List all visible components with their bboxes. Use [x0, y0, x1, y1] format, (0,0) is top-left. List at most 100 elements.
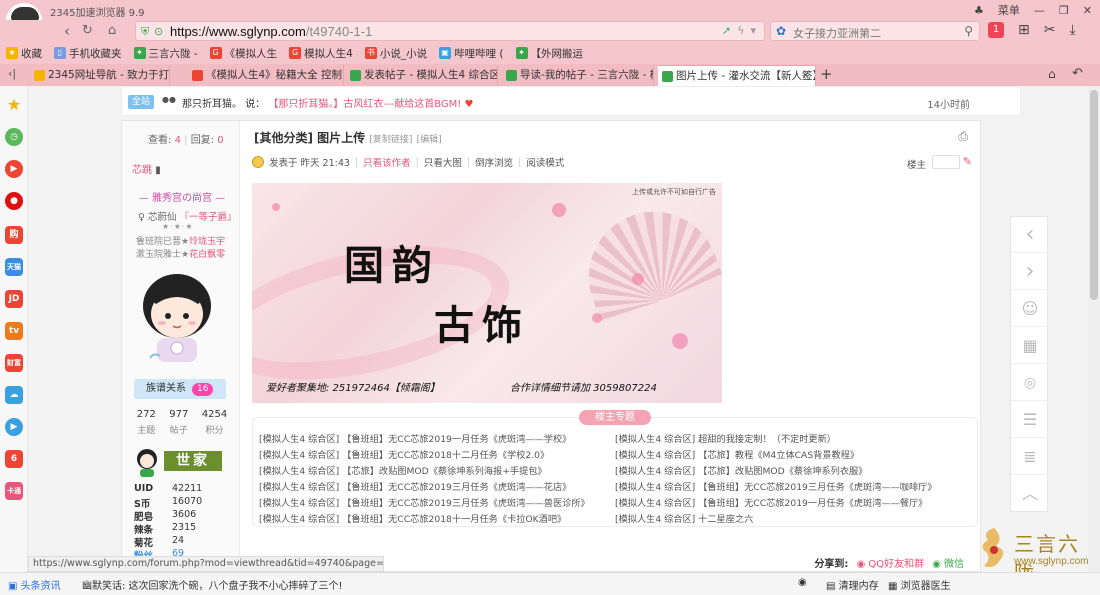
clean-memory-button[interactable]: ▤ 清理内存 [826, 577, 879, 592]
bookmark-item[interactable]: 书小说_小说 [364, 46, 427, 61]
back-to-top-icon[interactable]: ︿ [1011, 476, 1049, 512]
joke-text[interactable]: 幽默笑话: 这次回家洗个碗，八个盘子我不小心摔碎了三个! [82, 577, 343, 592]
menu-button[interactable]: 菜单 [998, 2, 1020, 18]
theme-icon[interactable]: ♣ [974, 4, 984, 17]
bookmark-item[interactable]: ✦ 【外网搬运 [515, 46, 583, 61]
shop-icon[interactable]: 购 [5, 226, 23, 244]
tab-close-icon[interactable]: ✕ [801, 66, 810, 86]
play-icon[interactable]: ▶ [5, 160, 23, 178]
notice-text[interactable]: 那只折耳猫。 说： 【那只折耳猫。】古风红衣---献给这首BGM! ♥ [182, 95, 473, 110]
download-icon[interactable]: ⤓ [1069, 22, 1075, 38]
share-wechat-button[interactable]: ◉ 微信 [932, 555, 964, 570]
topic-link[interactable]: [模拟人生4 综合区] 十二星座之六 [615, 512, 937, 528]
dropdown-icon[interactable]: ▾ [750, 24, 756, 37]
big-image-link[interactable]: 只看大图 [424, 155, 462, 169]
post-banner-image[interactable]: 上传或允许不可如自行广告 国韵 古饰 爱好者聚集地: 251972464【倾霜阁… [252, 183, 722, 403]
share-qq-button[interactable]: ◉ QQ好友和群 [856, 555, 924, 570]
notice-message[interactable]: 【那只折耳猫。】古风红衣---献给这首BGM! [268, 99, 461, 110]
jd-icon[interactable]: JD [5, 290, 23, 308]
topic-link[interactable]: [模拟人生4 综合区] 【芯旅】改贴图MOD《蔡徐坤系列海报+手提包》 [259, 464, 590, 480]
copy-link-button[interactable]: [复制链接] [369, 135, 412, 145]
news-link[interactable]: ▣ 头条资讯 [8, 577, 61, 592]
g-icon: G [289, 47, 302, 59]
list-icon[interactable]: ≣ [1011, 439, 1049, 475]
page-scrollbar[interactable] [1088, 86, 1100, 572]
star-icon[interactable]: ★ [5, 96, 23, 114]
wifi-icon[interactable]: ◉ [798, 577, 807, 588]
card-icon[interactable]: 卡通 [5, 482, 23, 500]
reverse-order-link[interactable]: 倒序浏览 [475, 155, 513, 169]
scrollbar-thumb[interactable] [1090, 90, 1098, 300]
print-icon[interactable]: ⎙ [958, 129, 968, 144]
tab-my-posts[interactable]: 导读-我的帖子 - 三言六陇 - 模 [502, 65, 654, 86]
bookmark-item[interactable]: ▣ 哔哩哔哩 ( [439, 46, 504, 61]
stat-topics[interactable]: 272 主题 [137, 409, 156, 436]
topic-link[interactable]: [模拟人生4 综合区] 【鲁班组】无CC芯旅2019一月任务《虎斑湾——餐厅》 [615, 496, 937, 512]
floor-jump-input[interactable] [932, 155, 960, 169]
topic-link[interactable]: [模拟人生4 综合区] 【鲁班组】无CC芯旅2018十二月任务《学校2.0》 [259, 448, 590, 464]
clock-icon[interactable]: ◷ [5, 128, 23, 146]
read-mode-link[interactable]: 阅读模式 [526, 155, 564, 169]
bookmark-item[interactable]: ★ 收藏 [6, 46, 42, 61]
cloud-icon[interactable]: ☁ [5, 386, 23, 404]
tab-image-upload[interactable]: 图片上传 - 灌水交流【新人签】 ✕ [658, 65, 816, 86]
tab-sims-cheats[interactable]: 《模拟人生4》秘籍大全 控制 [188, 65, 344, 86]
comment-icon[interactable]: ☰ [1011, 402, 1049, 438]
store-icon[interactable]: ⌂ [1048, 67, 1056, 81]
tab-new-post[interactable]: 发表帖子 - 模拟人生4 综合区 [346, 65, 498, 86]
reply-icon[interactable]: ◎ [1011, 365, 1049, 401]
home-icon[interactable]: ⌂ [108, 23, 116, 38]
stat-points[interactable]: 4254 积分 [202, 409, 227, 436]
author-name[interactable]: 芯跳 ▮ [132, 161, 161, 176]
tab-2345[interactable]: 2345网址导航 - 致力于打造百 [30, 65, 170, 86]
media-icon[interactable]: ▶ [5, 418, 23, 436]
bookmark-item[interactable]: G 《模拟人生 [209, 46, 277, 61]
topic-link[interactable]: [模拟人生4 综合区] 【芯旅】改贴图MOD《蔡徐坤系列衣服》 [615, 464, 937, 480]
tab-scroll-left-icon[interactable]: ‹| [8, 67, 16, 80]
post-category[interactable]: [其他分类] [254, 131, 313, 145]
bookmark-item[interactable]: G 模拟人生4 [289, 46, 353, 61]
tv-icon[interactable]: tv [5, 322, 23, 340]
apps-grid-icon[interactable]: ⊞ [1018, 22, 1030, 38]
search-box[interactable]: ✿ 女子接力亚洲第二 ⚲ [770, 21, 980, 41]
topic-link[interactable]: [模拟人生4 综合区] 【鲁班组】无CC芯旅2019一月任务《虎斑湾——学校》 [259, 432, 590, 448]
topic-link[interactable]: [模拟人生4 综合区] 【鲁班组】无CC芯旅2018十一月任务《卡拉OK酒吧》 [259, 512, 590, 528]
notification-icon[interactable]: 1 [988, 22, 1004, 38]
tmall-icon[interactable]: 天猫 [5, 258, 23, 276]
flash-icon[interactable]: ϟ [737, 24, 744, 37]
bookmark-item[interactable]: ✦ 三言六陇 - [133, 46, 198, 61]
topic-link[interactable]: [模拟人生4 综合区] 【鲁班组】无CC芯旅2019三月任务《虎斑湾——咖啡厅》 [615, 480, 937, 496]
stat-posts[interactable]: 977 帖子 [169, 409, 188, 436]
prev-post-icon[interactable]: ‹ [1011, 217, 1049, 253]
undo-icon[interactable]: ↶ [1072, 66, 1083, 81]
back-icon[interactable]: ‹ [64, 22, 70, 40]
family-relation-badge[interactable]: 族谱关系 16 [134, 379, 226, 399]
minimize-button[interactable]: — [1034, 4, 1045, 17]
author-avatar[interactable] [132, 266, 222, 366]
refresh-icon[interactable]: ↻ [82, 23, 93, 38]
next-post-icon[interactable]: › [1011, 254, 1049, 290]
topic-link[interactable]: [模拟人生4 综合区] 【鲁班组】无CC芯旅2019三月任务《虎斑湾——兽医诊所… [259, 496, 590, 512]
search-icon[interactable]: ⚲ [964, 24, 973, 38]
avatar-shortcut-icon[interactable]: ☺ [1011, 291, 1049, 327]
scissors-icon[interactable]: ✂ [1044, 22, 1056, 38]
six-icon[interactable]: 6 [5, 450, 23, 468]
pen-icon[interactable]: ✎ [963, 155, 972, 168]
finance-icon[interactable]: 财富 [5, 354, 23, 372]
browser-doctor-button[interactable]: ▦ 浏览器医生 [888, 577, 951, 592]
maximize-button[interactable]: ❐ [1059, 4, 1069, 17]
url-text[interactable]: https://www.sglynp.com/t49740-1-1 [170, 24, 372, 39]
qrcode-icon[interactable]: ▦ [1011, 328, 1049, 364]
video-icon[interactable]: ● [5, 192, 23, 210]
only-author-link[interactable]: 只看该作者 [363, 155, 411, 169]
edit-button[interactable]: [编辑] [417, 135, 442, 145]
bookmark-item[interactable]: ▯ 手机收藏夹 [54, 46, 122, 61]
family-badge: 世家 [134, 447, 226, 477]
topic-link[interactable]: [模拟人生4 综合区] 【芯旅】教程《M4立体CAS背景教程》 [615, 448, 937, 464]
topic-link[interactable]: [模拟人生4 综合区] 超甜的我接定制！（不定时更新） [615, 432, 937, 448]
rocket-icon[interactable]: ➚ [722, 24, 731, 37]
new-tab-button[interactable]: + [820, 65, 833, 83]
topic-link[interactable]: [模拟人生4 综合区] 【鲁班组】无CC芯旅2019三月任务《虎斑湾——花店》 [259, 480, 590, 496]
close-button[interactable]: ✕ [1083, 4, 1092, 17]
address-bar[interactable]: ⛨ ⊙ https://www.sglynp.com/t49740-1-1 ➚ … [135, 21, 765, 41]
